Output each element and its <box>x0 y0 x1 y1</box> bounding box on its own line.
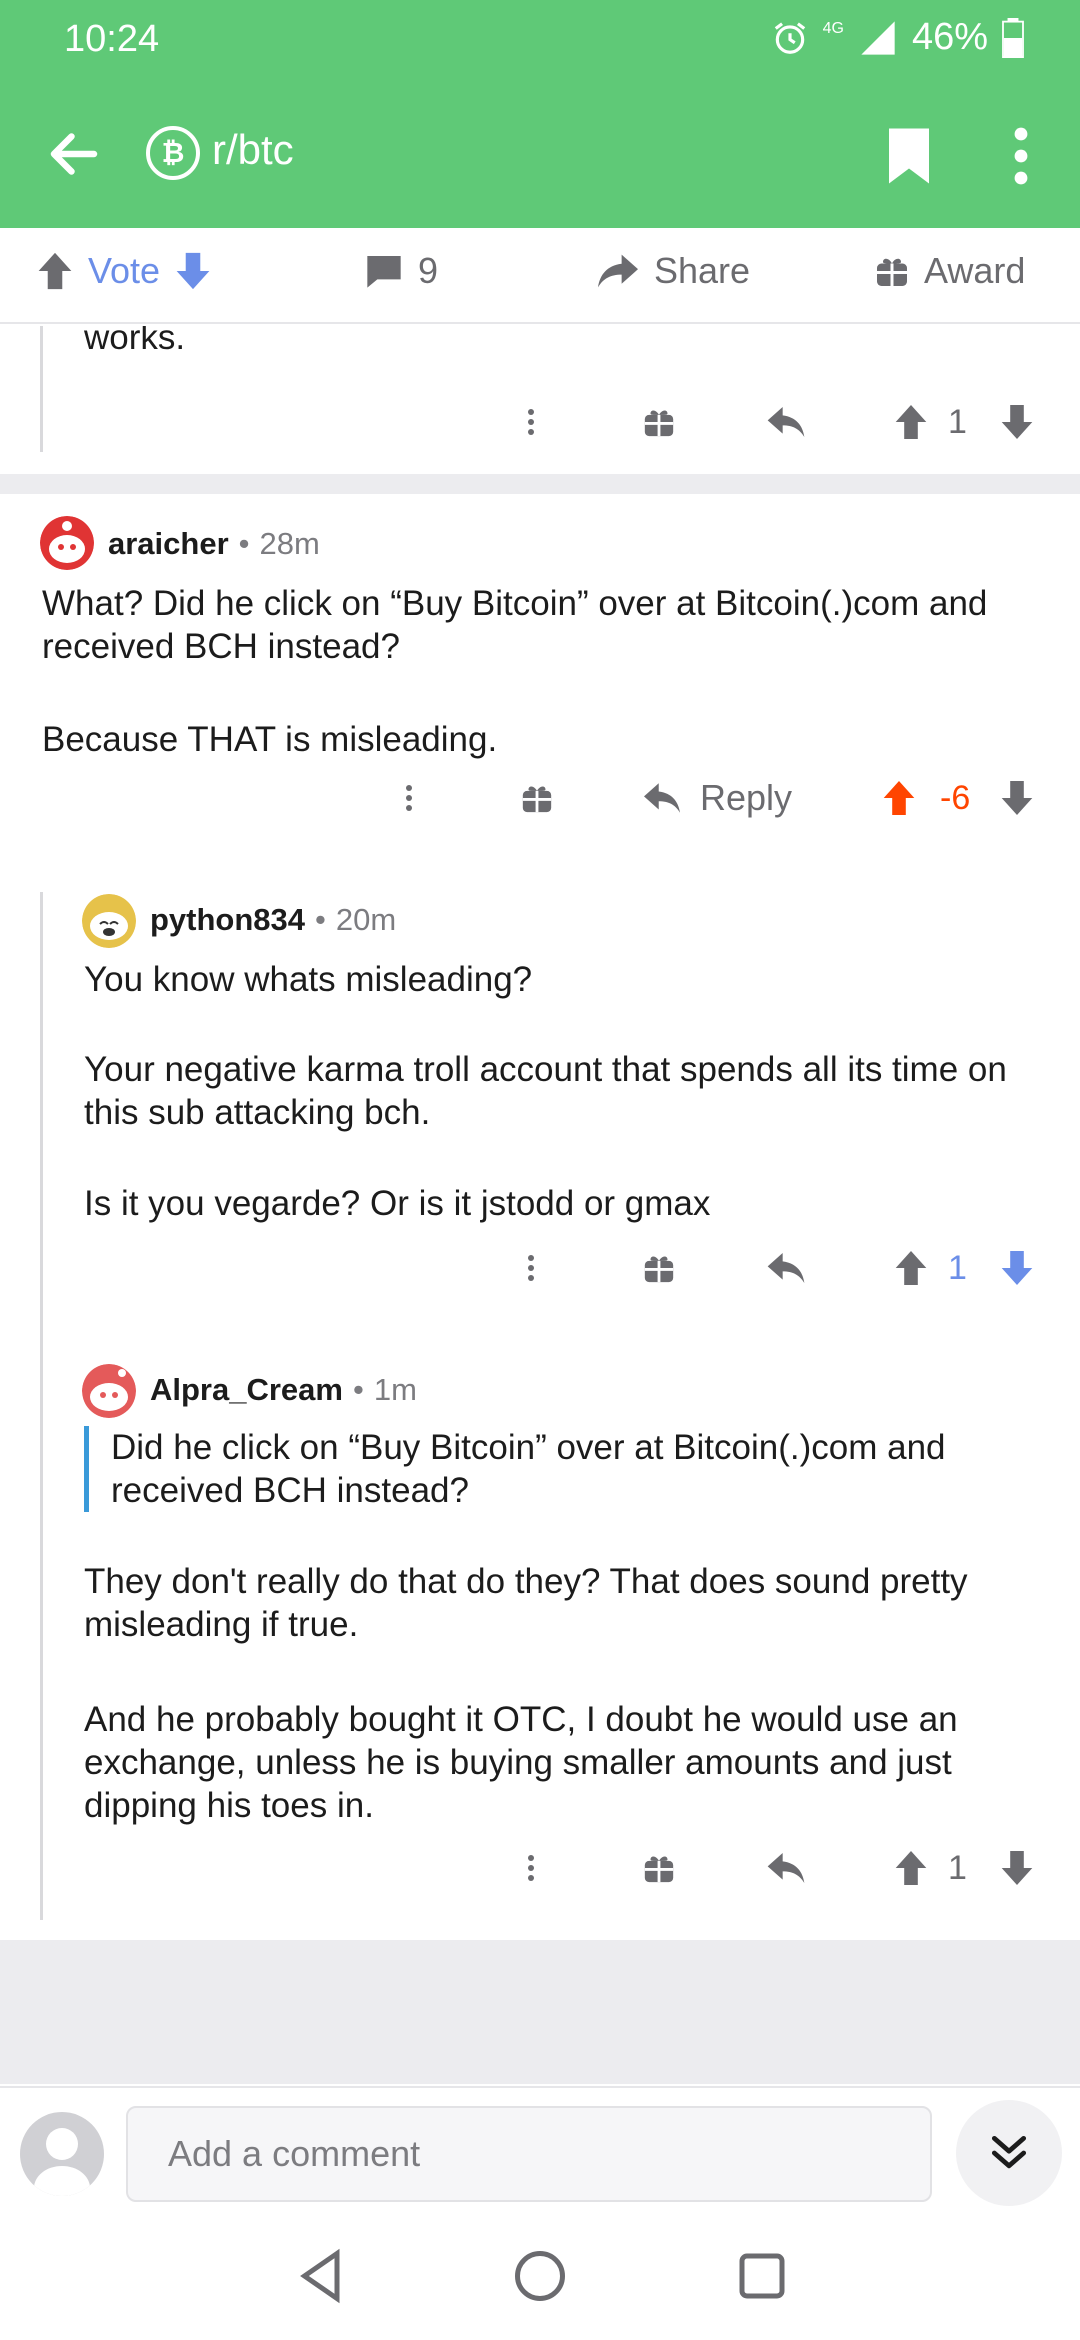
downvote-arrow-icon[interactable] <box>1000 768 1034 828</box>
comments-button[interactable]: 9 <box>364 250 438 292</box>
signal-icon <box>861 20 895 55</box>
bookmark-icon[interactable] <box>884 126 934 186</box>
comment-actions-araicher: Reply -6 <box>380 768 1060 828</box>
reply-arrow-icon[interactable] <box>766 392 806 452</box>
share-button[interactable]: Share <box>596 250 750 292</box>
reply-arrow-icon[interactable] <box>766 1838 806 1898</box>
more-vert-icon[interactable] <box>404 768 414 828</box>
reply-label: Reply <box>700 777 793 818</box>
comment-body: What? Did he click on “Buy Bitcoin” over… <box>42 584 988 666</box>
comment-body: Your negative karma troll account that s… <box>84 1050 1007 1132</box>
thread-line <box>40 326 43 452</box>
more-vert-icon[interactable] <box>526 1238 536 1298</box>
subreddit-icon[interactable]: ₿ <box>146 126 200 180</box>
network-type: 4G <box>822 20 844 37</box>
reply-arrow-icon <box>644 783 680 813</box>
username[interactable]: araicher <box>108 526 229 562</box>
comment-compose-bar: Add a comment <box>0 2086 1080 2216</box>
comment-age: 20m <box>335 902 397 937</box>
thread-line <box>40 892 43 1920</box>
downvote-arrow-icon[interactable] <box>1000 1838 1034 1898</box>
comment-feed[interactable]: works. 1 araicher • 28m What? Did he cli… <box>0 326 1080 2084</box>
comment-divider <box>0 474 1080 494</box>
gift-icon[interactable] <box>642 392 676 452</box>
comment-body: Is it you vegarde? Or is it jstodd or gm… <box>84 1184 711 1223</box>
gift-icon <box>877 258 907 286</box>
comment-body: They don't really do that do they? That … <box>84 1562 968 1644</box>
comment-meta: python834 • 20m <box>150 902 397 938</box>
avatar[interactable] <box>40 516 94 570</box>
reply-arrow-icon[interactable] <box>766 1238 806 1298</box>
comment-bubble-icon <box>367 256 401 288</box>
nav-back-icon[interactable] <box>292 2246 352 2306</box>
gift-icon[interactable] <box>642 1838 676 1898</box>
award-button[interactable]: Award <box>874 250 1025 292</box>
score: 1 <box>948 1848 967 1887</box>
comment-body: Because THAT is misleading. <box>42 720 498 759</box>
award-label: Award <box>924 250 1026 291</box>
comment-actions-python834: 1 <box>500 1238 1060 1298</box>
alarm-icon <box>774 21 805 54</box>
username[interactable]: python834 <box>150 902 305 938</box>
more-vert-icon[interactable] <box>526 392 536 452</box>
post-action-bar: Vote 9 Share Award <box>0 228 1080 324</box>
score: 1 <box>948 402 967 441</box>
avatar[interactable] <box>82 1364 136 1418</box>
vote-control: Vote <box>36 250 212 292</box>
comment-actions-alpra: 1 <box>500 1838 1060 1898</box>
comment-text-tail: works. <box>84 326 186 357</box>
nav-home-icon[interactable] <box>510 2246 570 2306</box>
scroll-down-button[interactable] <box>956 2100 1062 2206</box>
gift-icon[interactable] <box>520 768 554 828</box>
avatar[interactable] <box>82 894 136 948</box>
comment-body: You know whats misleading? <box>84 960 533 999</box>
downvote-arrow-icon[interactable] <box>1000 392 1034 452</box>
share-label: Share <box>654 250 751 291</box>
nav-recents-icon[interactable] <box>732 2246 792 2306</box>
downvote-arrow-icon[interactable] <box>174 251 212 291</box>
upvote-arrow-icon[interactable] <box>894 392 928 452</box>
username[interactable]: Alpra_Cream <box>150 1372 343 1408</box>
comment-meta: araicher • 28m <box>108 526 320 562</box>
reply-button[interactable]: Reply <box>642 768 792 828</box>
double-chevron-down-icon <box>991 2135 1027 2169</box>
upvote-arrow-icon[interactable] <box>894 1838 928 1898</box>
upvote-arrow-icon[interactable] <box>894 1238 928 1298</box>
status-time: 10:24 <box>64 18 160 60</box>
back-arrow-icon[interactable] <box>44 124 104 184</box>
score: -6 <box>940 778 971 817</box>
more-vert-icon[interactable] <box>1006 126 1036 186</box>
subreddit-name[interactable]: r/btc <box>212 126 294 174</box>
gift-icon[interactable] <box>642 1238 676 1298</box>
feed-end-spacer <box>0 1940 1080 2084</box>
add-comment-input[interactable]: Add a comment <box>126 2106 932 2202</box>
vote-label: Vote <box>88 250 161 291</box>
status-icons: 4G 46% <box>771 16 1024 59</box>
comment-meta: Alpra_Cream • 1m <box>150 1372 417 1408</box>
upvote-arrow-icon[interactable] <box>882 768 916 828</box>
downvote-arrow-icon[interactable] <box>1000 1238 1034 1298</box>
comment-body: And he probably bought it OTC, I doubt h… <box>84 1700 958 1825</box>
quoted-text: Did he click on “Buy Bitcoin” over at Bi… <box>84 1426 1044 1512</box>
comment-actions-prev: 1 <box>500 392 1060 452</box>
user-avatar[interactable] <box>20 2112 104 2196</box>
system-nav-bar <box>0 2216 1080 2340</box>
share-arrow-icon <box>598 254 638 288</box>
battery-percent: 46% <box>911 16 988 58</box>
app-bar: ₿ r/btc <box>0 80 1080 228</box>
comment-age: 1m <box>373 1372 417 1407</box>
more-vert-icon[interactable] <box>526 1838 536 1898</box>
comment-count: 9 <box>418 250 439 291</box>
upvote-arrow-icon[interactable] <box>36 251 74 291</box>
battery-icon <box>1002 17 1024 58</box>
comment-age: 28m <box>259 526 320 561</box>
score: 1 <box>948 1248 967 1287</box>
status-bar: 10:24 4G 46% <box>0 0 1080 80</box>
